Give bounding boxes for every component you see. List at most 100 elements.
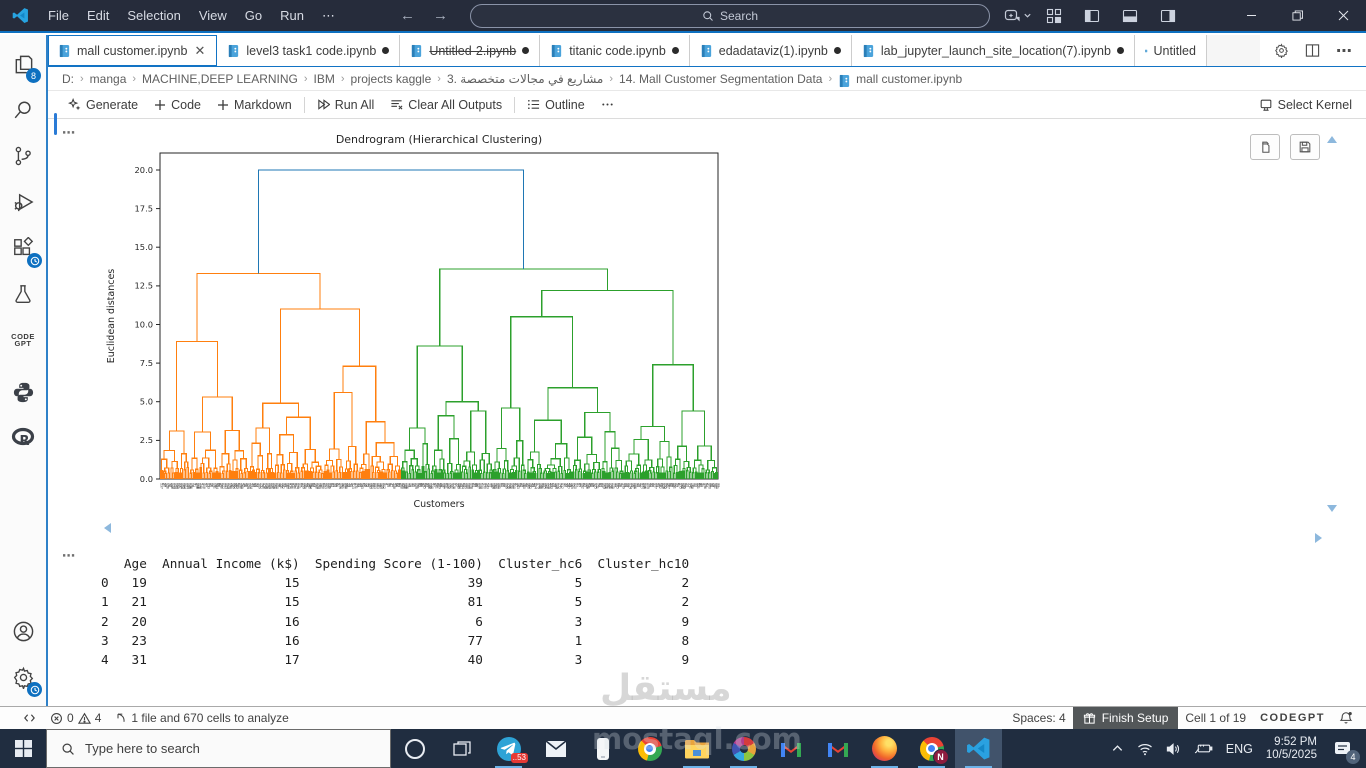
toolbar-code[interactable]: Code	[146, 93, 209, 117]
close-window-button[interactable]	[1320, 0, 1366, 31]
toolbar-generate[interactable]: Generate	[60, 93, 146, 117]
toggle-secondary-sidebar-icon[interactable]	[1160, 8, 1176, 24]
copy-output-button[interactable]	[1250, 134, 1280, 160]
save-output-button[interactable]	[1290, 134, 1320, 160]
split-editor-icon[interactable]	[1305, 43, 1320, 58]
taskbar-search[interactable]: Type here to search	[46, 729, 391, 768]
tab-dirty-dot[interactable]	[1117, 47, 1124, 54]
menu-[interactable]: ⋯	[313, 8, 344, 23]
breadcrumb-item[interactable]: 14. Mall Customer Segmentation Data	[619, 72, 822, 86]
tab-dirty-dot[interactable]	[382, 47, 389, 54]
tab-edadataviz-1-ipynb[interactable]: edadataviz(1).ipynb	[690, 35, 852, 66]
tray-clock[interactable]: 9:52 PM 10/5/2025	[1266, 736, 1317, 762]
finish-setup-button[interactable]: Finish Setup	[1073, 707, 1179, 729]
breadcrumb-item[interactable]: D:	[62, 72, 74, 86]
tray-chevron-up-icon[interactable]	[1111, 742, 1124, 755]
taskbar-app-notes[interactable]	[579, 729, 626, 768]
battery-plug-icon[interactable]	[1194, 742, 1213, 755]
scroll-right-arrow[interactable]	[1315, 533, 1322, 543]
r-language-icon[interactable]: R	[0, 415, 47, 461]
action-center-icon[interactable]: 4	[1330, 736, 1356, 762]
explorer-icon[interactable]: 8	[0, 41, 47, 87]
tab-mall-customer-ipynb[interactable]: mall customer.ipynb✕	[48, 35, 217, 66]
tab-dirty-dot[interactable]	[522, 47, 529, 54]
search-sidebar-icon[interactable]	[0, 87, 47, 133]
copilot-button[interactable]	[1004, 8, 1032, 24]
tab-titanic-code-ipynb[interactable]: titanic code.ipynb	[540, 35, 690, 66]
taskbar-app-firefox[interactable]	[861, 729, 908, 768]
testing-icon[interactable]	[0, 271, 47, 317]
cell-collapse-ellipsis[interactable]: ⋯	[62, 125, 76, 141]
more-actions-icon[interactable]: ⋯	[1336, 41, 1352, 61]
menu-run[interactable]: Run	[271, 8, 313, 23]
taskbar-app-vscode[interactable]	[955, 729, 1002, 768]
speaker-icon[interactable]	[1166, 742, 1181, 756]
taskbar-app-mail[interactable]	[532, 729, 579, 768]
codegpt-status[interactable]: CODEGPT	[1253, 707, 1332, 729]
remote-indicator-icon[interactable]	[16, 707, 43, 729]
start-button[interactable]	[0, 729, 46, 768]
breadcrumb-file[interactable]: mall customer.ipynb	[856, 72, 962, 86]
toggle-panel-icon[interactable]	[1122, 8, 1138, 24]
python-icon[interactable]	[0, 369, 47, 415]
breadcrumb-item[interactable]: manga	[90, 72, 127, 86]
nav-forward-button[interactable]: →	[433, 7, 448, 24]
scroll-up-arrow[interactable]	[1327, 136, 1337, 143]
command-search-box[interactable]: Search	[470, 4, 990, 28]
toolbar-markdown[interactable]: Markdown	[209, 93, 300, 117]
breadcrumb-item[interactable]: MACHINE,DEEP LEARNING	[142, 72, 298, 86]
taskbar-app-telegram[interactable]: ..53	[485, 729, 532, 768]
toolbar-outline[interactable]: Outline	[519, 93, 593, 117]
taskbar-app-chrome[interactable]	[626, 729, 673, 768]
wifi-icon[interactable]	[1137, 742, 1153, 756]
notifications-bell-icon[interactable]	[1332, 707, 1360, 729]
settings-gear-icon[interactable]	[0, 654, 47, 700]
breadcrumb-item[interactable]: 3. مشاريع في مجالات متخصصة	[447, 72, 603, 86]
menu-view[interactable]: View	[190, 8, 236, 23]
tab-dirty-dot[interactable]	[672, 47, 679, 54]
customize-layout-icon[interactable]	[1046, 8, 1062, 24]
breadcrumb-item[interactable]: projects kaggle	[351, 72, 432, 86]
taskbar-app-photos[interactable]	[720, 729, 767, 768]
menu-file[interactable]: File	[39, 8, 78, 23]
cell-collapse-ellipsis[interactable]: ⋯	[62, 548, 76, 564]
accounts-icon[interactable]	[0, 608, 47, 654]
menu-edit[interactable]: Edit	[78, 8, 118, 23]
minimize-button[interactable]	[1228, 0, 1274, 31]
taskbar-app-chrome-n[interactable]: N	[908, 729, 955, 768]
taskbar-app-gmail-9[interactable]	[814, 729, 861, 768]
menu-selection[interactable]: Selection	[118, 8, 189, 23]
toolbar-clear-all-outputs[interactable]: Clear All Outputs	[382, 93, 510, 117]
tray-language[interactable]: ENG	[1226, 742, 1253, 756]
tab-untitled[interactable]: Untitled	[1135, 35, 1207, 66]
taskbar-app-cortana[interactable]	[391, 729, 438, 768]
analyze-status[interactable]: 1 file and 670 cells to analyze	[108, 707, 295, 729]
taskbar-app-explorer[interactable]	[673, 729, 720, 768]
extensions-icon[interactable]	[0, 225, 47, 271]
taskbar-app-gmail-8[interactable]	[767, 729, 814, 768]
problems-status[interactable]: 0 4	[43, 707, 108, 729]
toolbar-run-all[interactable]: Run All	[309, 93, 383, 117]
toggle-sidebar-icon[interactable]	[1084, 8, 1100, 24]
taskbar-app-taskview[interactable]	[438, 729, 485, 768]
nav-back-button[interactable]: ←	[400, 7, 415, 24]
svg-text:Dendrogram (Hierarchical Clust: Dendrogram (Hierarchical Clustering)	[336, 133, 542, 146]
select-kernel-button[interactable]: Select Kernel	[1259, 98, 1352, 112]
scroll-left-arrow[interactable]	[104, 523, 111, 533]
tab-close-icon[interactable]: ✕	[193, 43, 206, 59]
tab-level3-task1-code-ipynb[interactable]: level3 task1 code.ipynb	[217, 35, 400, 66]
tab-untitled-2-ipynb[interactable]: Untitled-2.ipynb	[400, 35, 540, 66]
codegpt-sidebar-icon[interactable]: CODEGPT	[0, 317, 47, 363]
source-control-icon[interactable]	[0, 133, 47, 179]
scroll-down-arrow[interactable]	[1327, 505, 1337, 512]
tab-dirty-dot[interactable]	[834, 47, 841, 54]
breadcrumb-item[interactable]: IBM	[314, 72, 335, 86]
toolbar-more[interactable]	[593, 93, 622, 117]
tab-lab-jupyter-launch-site-location-7-ipynb[interactable]: lab_jupyter_launch_site_location(7).ipyn…	[852, 35, 1135, 66]
cell-indicator[interactable]: Cell 1 of 19	[1178, 707, 1253, 729]
menu-go[interactable]: Go	[236, 8, 271, 23]
restore-button[interactable]	[1274, 0, 1320, 31]
run-debug-icon[interactable]	[0, 179, 47, 225]
spaces-indicator[interactable]: Spaces: 4	[1005, 707, 1072, 729]
gear-icon[interactable]	[1274, 43, 1289, 58]
